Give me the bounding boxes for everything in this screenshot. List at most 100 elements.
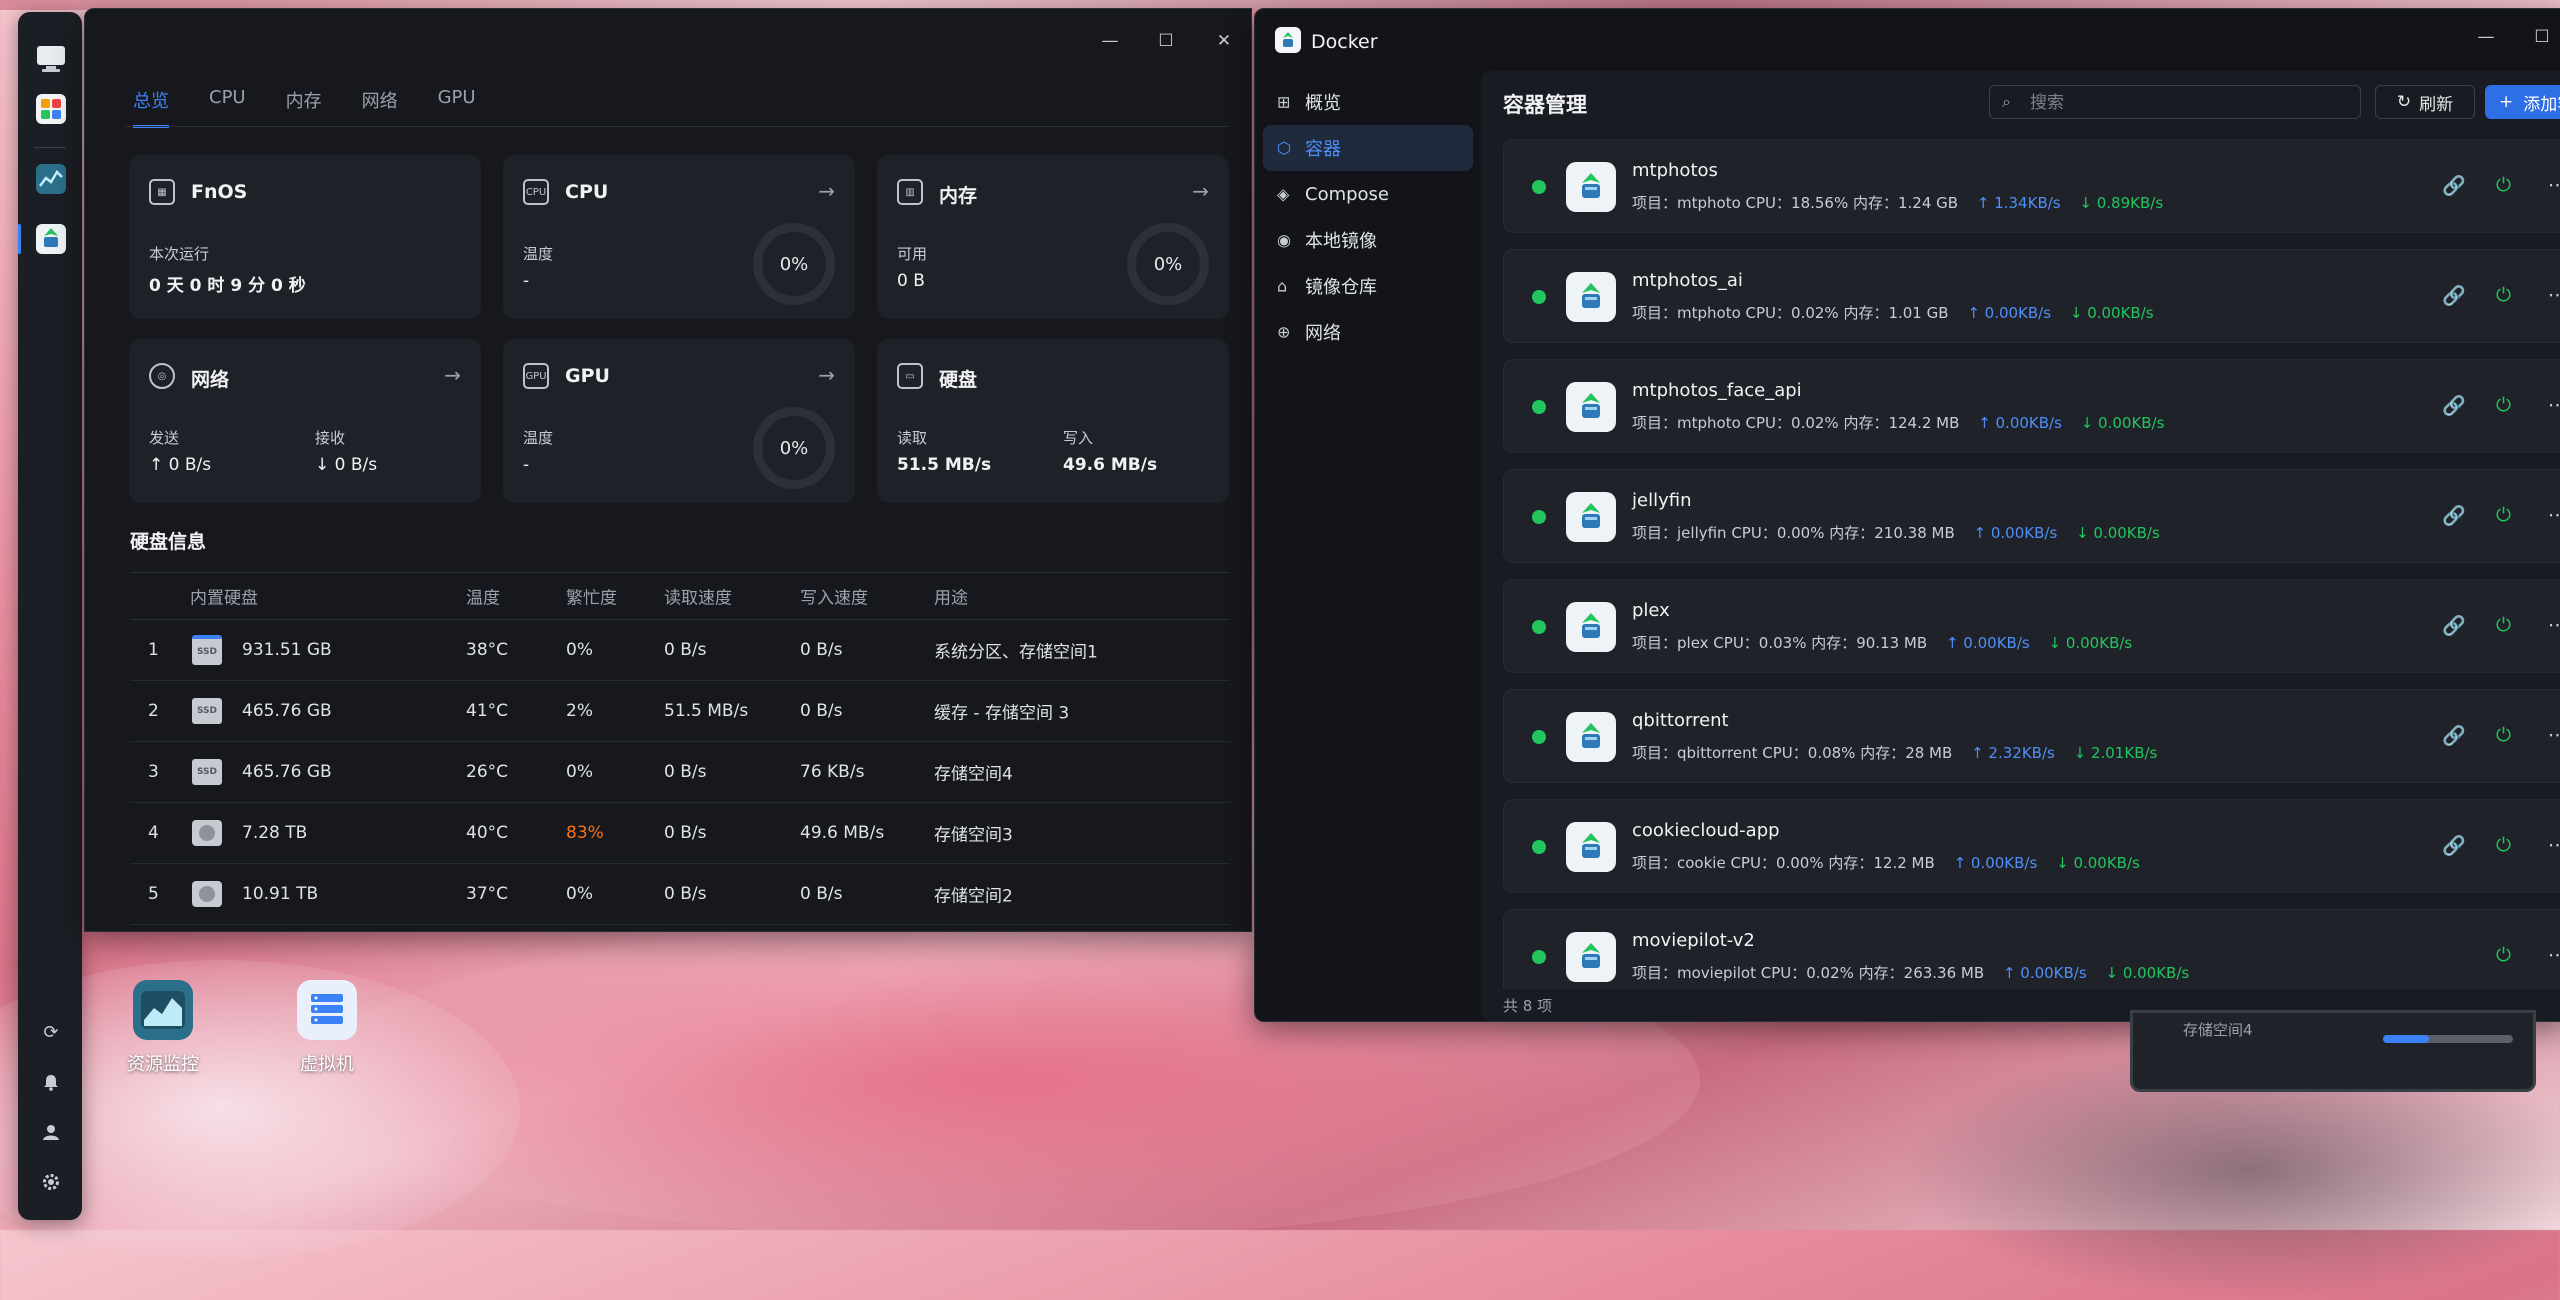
more-icon[interactable]: ⋯ (2548, 504, 2560, 526)
sidebar-item-containers[interactable]: ⬡ 容器 (1263, 125, 1473, 171)
tab-network[interactable]: 网络 (362, 87, 398, 128)
more-icon[interactable]: ⋯ (2548, 724, 2560, 746)
power-icon[interactable]: ⏻ (2496, 614, 2511, 636)
container-stats: 项目：cookie CPU：0.00% 内存：12.2 MB (1632, 854, 1935, 872)
sidebar-item-local-images[interactable]: ◉ 本地镜像 (1263, 217, 1473, 263)
background-window[interactable]: 存储空间4 (2130, 1010, 2536, 1092)
power-icon[interactable]: ⏻ (2496, 284, 2511, 306)
disk-row[interactable]: 2 SSD 465.76 GB 41°C 2% 51.5 MB/s 0 B/s … (130, 681, 1230, 742)
sidebar-item-compose[interactable]: ◈ Compose (1263, 171, 1473, 217)
arrow-right-icon[interactable]: → (818, 363, 835, 387)
container-stats: 项目：moviepilot CPU：0.02% 内存：263.36 MB (1632, 964, 1985, 982)
card-gpu[interactable]: GPU GPU → 温度 - 0% (503, 339, 855, 503)
tab-memory[interactable]: 内存 (286, 87, 322, 128)
dock: ⟳ (18, 12, 82, 1220)
total-count: 共 8 项 (1503, 997, 1553, 1015)
power-icon[interactable]: ⏻ (2496, 724, 2511, 746)
tab-divider (125, 126, 1229, 127)
sidebar-item-overview[interactable]: ⊞ 概览 (1263, 79, 1473, 125)
container-app-icon (1566, 602, 1616, 652)
disk-row[interactable]: 3 SSD 465.76 GB 26°C 0% 0 B/s 76 KB/s 存储… (130, 742, 1230, 803)
minimize-button[interactable]: — (2475, 27, 2497, 47)
add-container-button[interactable]: + 添加容器 (2485, 85, 2560, 119)
link-icon[interactable]: 🔗 (2442, 394, 2466, 417)
disk-size: 7.28 TB (242, 823, 308, 843)
power-icon[interactable]: ⏻ (2496, 504, 2511, 526)
link-icon[interactable]: 🔗 (2442, 614, 2466, 637)
network-status-icon[interactable]: ⟳ (39, 1020, 63, 1044)
arrow-right-icon[interactable]: → (444, 363, 461, 387)
link-icon[interactable]: 🔗 (2442, 504, 2466, 527)
card-fnos: ▦ FnOS 本次运行 0 天 0 时 9 分 0 秒 (129, 155, 481, 319)
container-row[interactable]: jellyfin 项目：jellyfin CPU：0.00% 内存：210.38… (1503, 469, 2560, 563)
container-row[interactable]: mtphotos 项目：mtphoto CPU：18.56% 内存：1.24 G… (1503, 139, 2560, 233)
link-icon[interactable]: 🔗 (2442, 834, 2466, 857)
container-app-icon (1566, 492, 1616, 542)
more-icon[interactable]: ⋯ (2548, 394, 2560, 416)
more-icon[interactable]: ⋯ (2548, 944, 2560, 966)
card-network[interactable]: ◎ 网络 → 发送 ↑ 0 B/s 接收 ↓ 0 B/s (129, 339, 481, 503)
arrow-right-icon[interactable]: → (1192, 179, 1209, 203)
power-icon[interactable]: ⏻ (2496, 834, 2511, 856)
sidebar-item-network[interactable]: ⊕ 网络 (1263, 309, 1473, 355)
link-icon[interactable]: 🔗 (2442, 284, 2466, 307)
disk-read: 0 B/s (664, 640, 707, 660)
col-temp: 温度 (466, 588, 500, 609)
desktop-icon-vm[interactable]: 虚拟机 (272, 980, 382, 1076)
tab-gpu[interactable]: GPU (438, 87, 476, 128)
card-cpu[interactable]: CPU CPU → 温度 - 0% (503, 155, 855, 319)
window-title: Docker (1311, 31, 1378, 53)
close-button[interactable]: ✕ (1213, 31, 1235, 51)
tab-overview[interactable]: 总览 (133, 87, 169, 128)
uptime-value: 0 天 0 时 9 分 0 秒 (149, 276, 306, 296)
link-icon[interactable]: 🔗 (2442, 174, 2466, 197)
search-input[interactable] (2028, 90, 2352, 116)
container-row[interactable]: plex 项目：plex CPU：0.03% 内存：90.13 MB ↑ 0.0… (1503, 579, 2560, 673)
resource-monitor-icon[interactable] (34, 162, 68, 196)
more-icon[interactable]: ⋯ (2548, 284, 2560, 306)
more-icon[interactable]: ⋯ (2548, 174, 2560, 196)
user-icon[interactable] (39, 1120, 63, 1144)
disk-row[interactable]: 5 10.91 TB 37°C 0% 0 B/s 0 B/s 存储空间2 (130, 864, 1230, 925)
disk-busy: 0% (566, 762, 593, 782)
container-meta: 项目：plex CPU：0.03% 内存：90.13 MB ↑ 0.00KB/s… (1632, 632, 2132, 653)
disk-read: 0 B/s (664, 762, 707, 782)
desktop-app-icon[interactable] (34, 42, 68, 76)
more-icon[interactable]: ⋯ (2548, 614, 2560, 636)
container-row[interactable]: mtphotos_face_api 项目：mtphoto CPU：0.02% 内… (1503, 359, 2560, 453)
gear-icon[interactable] (39, 1170, 63, 1194)
container-row[interactable]: cookiecloud-app 项目：cookie CPU：0.00% 内存：1… (1503, 799, 2560, 893)
write-value: 49.6 MB/s (1063, 455, 1158, 475)
hdd-icon (192, 881, 222, 907)
container-row[interactable]: qbittorrent 项目：qbittorrent CPU：0.08% 内存：… (1503, 689, 2560, 783)
docker-app-icon[interactable] (34, 222, 68, 256)
more-icon[interactable]: ⋯ (2548, 834, 2560, 856)
search-box[interactable]: ⌕ (1989, 85, 2361, 119)
power-icon[interactable]: ⏻ (2496, 944, 2511, 966)
power-icon[interactable]: ⏻ (2496, 394, 2511, 416)
power-icon[interactable]: ⏻ (2496, 174, 2511, 196)
minimize-button[interactable]: — (1099, 31, 1121, 51)
disk-row[interactable]: 1 SSD 931.51 GB 38°C 0% 0 B/s 0 B/s 系统分区… (130, 620, 1230, 681)
disk-temp: 38°C (466, 640, 509, 660)
tab-cpu[interactable]: CPU (209, 87, 246, 128)
add-label: 添加容器 (2523, 94, 2560, 115)
container-app-icon (1566, 272, 1616, 322)
container-row[interactable]: mtphotos_ai 项目：mtphoto CPU：0.02% 内存：1.01… (1503, 249, 2560, 343)
container-stats: 项目：mtphoto CPU：0.02% 内存：1.01 GB (1632, 304, 1949, 322)
desktop-icon-resource-monitor[interactable]: 资源监控 (108, 980, 218, 1076)
refresh-button[interactable]: ↻ 刷新 (2375, 85, 2475, 119)
bell-icon[interactable] (39, 1070, 63, 1094)
maximize-button[interactable]: ☐ (1155, 31, 1177, 51)
sidebar-item-registry[interactable]: ⌂ 镜像仓库 (1263, 263, 1473, 309)
monitor-chart-icon (133, 980, 193, 1040)
disk-row[interactable]: 4 7.28 TB 40°C 83% 0 B/s 49.6 MB/s 存储空间3 (130, 803, 1230, 864)
arrow-right-icon[interactable]: → (818, 179, 835, 203)
card-memory[interactable]: ▥ 内存 → 可用 0 B 0% (877, 155, 1229, 319)
disk-write: 49.6 MB/s (800, 823, 885, 843)
container-row[interactable]: moviepilot-v2 项目：moviepilot CPU：0.02% 内存… (1503, 909, 2560, 989)
app-center-icon[interactable] (34, 92, 68, 126)
maximize-button[interactable]: ☐ (2531, 27, 2553, 47)
link-icon[interactable]: 🔗 (2442, 724, 2466, 747)
container-app-icon (1566, 822, 1616, 872)
